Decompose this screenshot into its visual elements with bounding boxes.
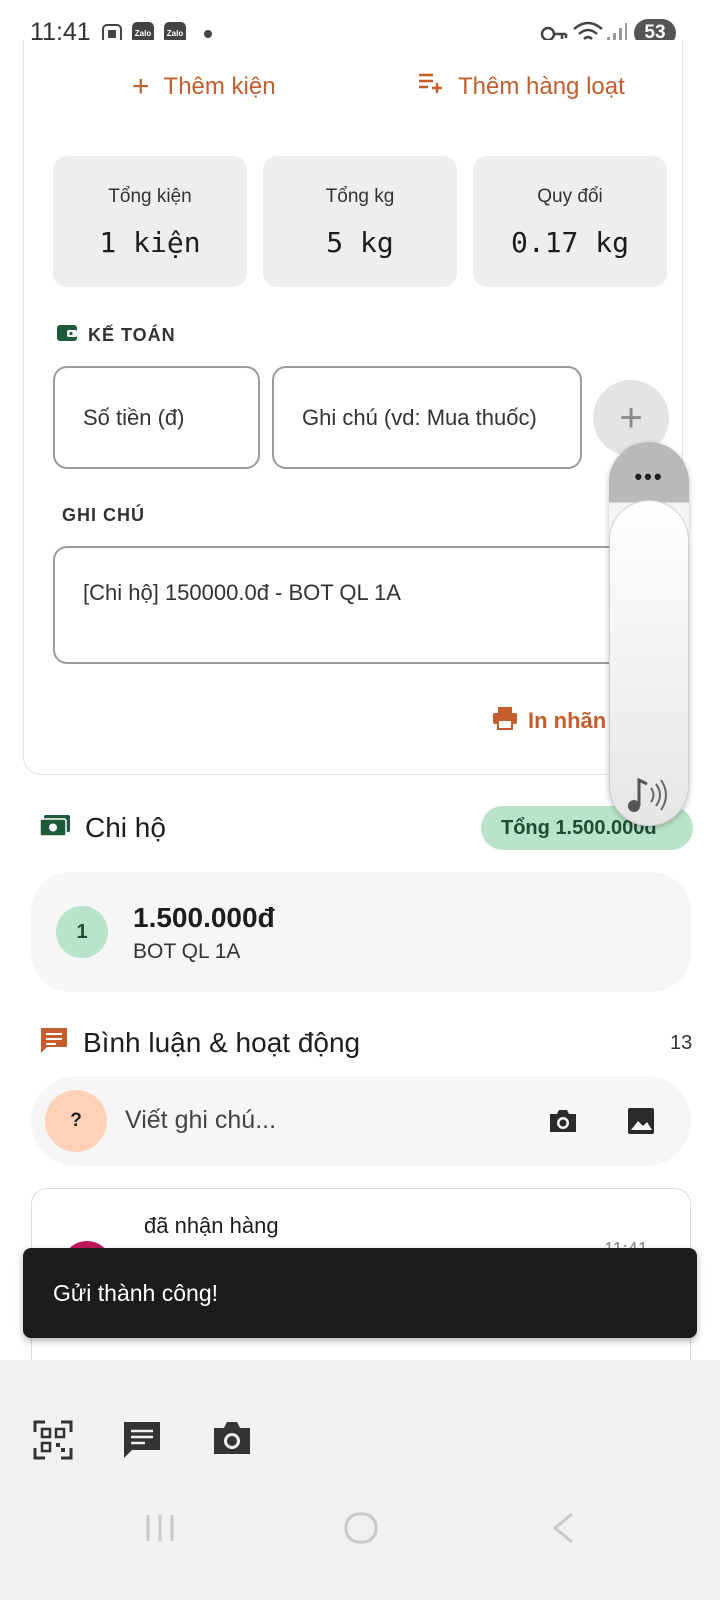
comments-header: Bình luận & hoạt động xyxy=(39,1025,360,1060)
stat-converted-kg: Quy đổi 0.17 kg xyxy=(473,156,667,287)
camera-icon[interactable] xyxy=(543,1101,583,1141)
amount-input[interactable]: Số tiền (đ) xyxy=(53,366,260,469)
stat-total-kg: Tổng kg 5 kg xyxy=(263,156,457,287)
item-amount: 1.500.000đ xyxy=(133,902,275,933)
image-icon[interactable] xyxy=(621,1101,661,1141)
expense-note-input[interactable]: Ghi chú (vd: Mua thuốc) xyxy=(272,366,582,469)
add-bulk-label: Thêm hàng loạt xyxy=(458,72,625,100)
activity-text: đã nhận hàng xyxy=(144,1213,279,1238)
comments-count: 13 xyxy=(670,1032,693,1054)
add-package-label: Thêm kiện xyxy=(163,73,276,100)
avatar: ? xyxy=(45,1090,107,1152)
accounting-header: KẾ TOÁN xyxy=(56,323,176,348)
music-note-icon[interactable] xyxy=(625,776,671,823)
item-index-badge: 1 xyxy=(56,906,108,958)
print-label-button[interactable]: In nhãn l xyxy=(492,706,618,736)
plus-icon: + xyxy=(132,70,150,103)
bottom-toolbar xyxy=(0,1360,720,1600)
notes-title: GHI CHÚ xyxy=(62,505,145,525)
notes-textarea[interactable]: [Chi hộ] 150000.0đ - BOT QL 1A xyxy=(53,546,623,664)
chi-ho-title: Chi hộ xyxy=(85,812,166,843)
comment-placeholder: Viết ghi chú... xyxy=(125,1106,277,1134)
back-icon[interactable] xyxy=(550,1512,576,1549)
home-icon[interactable] xyxy=(344,1512,378,1549)
list-item[interactable]: 1 1.500.000đ BOT QL 1A xyxy=(31,872,691,992)
add-bulk-button[interactable]: Thêm hàng loạt xyxy=(418,72,625,101)
stat-value: 1 kiện xyxy=(99,226,201,259)
stat-value: 0.17 kg xyxy=(510,226,629,259)
stat-label: Tổng kiện xyxy=(108,186,192,207)
camera-icon[interactable] xyxy=(212,1420,252,1461)
success-toast: Gửi thành công! xyxy=(23,1248,697,1338)
recent-apps-icon[interactable] xyxy=(144,1512,176,1549)
more-icon[interactable]: ••• xyxy=(609,464,689,490)
item-description: BOT QL 1A xyxy=(133,940,241,963)
printer-icon xyxy=(492,706,518,736)
stat-value: 5 kg xyxy=(326,226,394,259)
wallet-icon xyxy=(56,323,78,348)
comments-title: Bình luận & hoạt động xyxy=(83,1026,361,1058)
stat-label: Tổng kg xyxy=(325,186,395,207)
accounting-title: KẾ TOÁN xyxy=(88,325,176,345)
chi-ho-header: Chi hộ xyxy=(39,812,166,844)
plus-icon: + xyxy=(619,395,643,440)
comment-icon xyxy=(39,1025,69,1060)
qr-scan-icon[interactable] xyxy=(33,1420,73,1465)
comment-input[interactable]: ? Viết ghi chú... xyxy=(31,1076,691,1166)
stat-total-packages: Tổng kiện 1 kiện xyxy=(53,156,247,287)
money-icon xyxy=(39,814,71,843)
stat-label: Quy đổi xyxy=(537,186,603,207)
chat-icon[interactable] xyxy=(122,1420,162,1465)
notification-dot xyxy=(204,30,212,38)
print-label-text: In nhãn l xyxy=(528,708,619,733)
playlist-add-icon xyxy=(418,72,444,101)
add-package-button[interactable]: + Thêm kiện xyxy=(132,72,276,102)
floating-side-panel[interactable]: ••• xyxy=(609,442,689,826)
